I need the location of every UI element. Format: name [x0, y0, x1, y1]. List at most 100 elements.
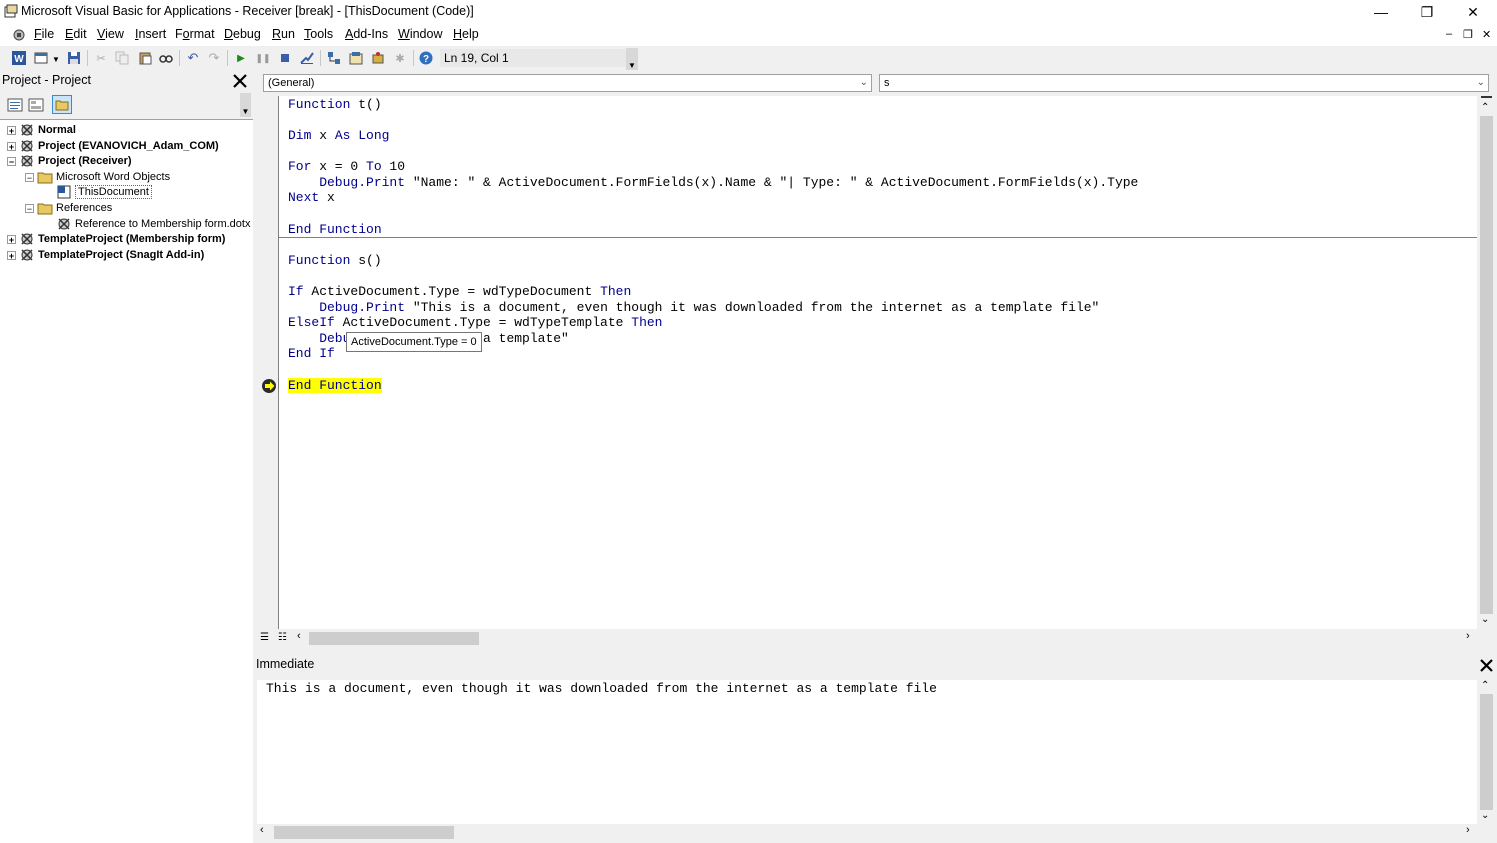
object-browser-icon[interactable] — [370, 50, 386, 66]
help-icon[interactable]: ? — [418, 50, 434, 66]
collapse-icon[interactable]: − — [25, 172, 34, 182]
insert-module-icon[interactable] — [33, 50, 49, 66]
reset-icon[interactable] — [277, 50, 293, 66]
scroll-down-icon[interactable]: ⌄ — [1481, 810, 1489, 821]
code-line: End Function — [288, 222, 382, 237]
insert-dropdown-icon[interactable]: ▼ — [52, 55, 60, 64]
design-mode-icon[interactable] — [299, 50, 315, 66]
menu-add-ins[interactable]: Add-Ins — [345, 27, 388, 41]
toolbar-separator — [320, 50, 321, 66]
expand-icon[interactable]: + — [7, 250, 16, 260]
project-toolbar-options-icon[interactable]: ▼ — [240, 93, 251, 117]
toggle-folders-button[interactable] — [52, 95, 72, 114]
object-combo[interactable]: (General) ⌄ — [263, 74, 872, 92]
scroll-thumb[interactable] — [274, 826, 454, 839]
tree-node-normal[interactable]: + Normal — [7, 122, 76, 138]
mdi-restore-button[interactable]: ❐ — [1463, 28, 1473, 41]
menu-view[interactable]: View — [97, 27, 124, 41]
tree-node-label: Microsoft Word Objects — [56, 171, 171, 183]
minimize-button[interactable]: — — [1358, 0, 1404, 24]
find-icon[interactable] — [158, 50, 174, 66]
project-close-icon[interactable] — [231, 72, 249, 90]
scroll-thumb[interactable] — [309, 632, 479, 645]
procedure-separator — [279, 237, 1477, 238]
view-object-icon[interactable] — [28, 98, 44, 112]
tree-node-project-evanovich[interactable]: + Project (EVANOVICH_Adam_COM) — [7, 138, 219, 154]
project-explorer-icon[interactable] — [326, 50, 342, 66]
code-vertical-scrollbar[interactable]: ⌃ ⌄ — [1478, 96, 1495, 629]
cut-icon[interactable]: ✂ — [93, 50, 109, 66]
run-icon[interactable]: ▶ — [233, 50, 249, 66]
scroll-left-icon[interactable]: ‹ — [260, 824, 264, 836]
expand-icon[interactable]: + — [7, 141, 16, 151]
immediate-close-icon[interactable] — [1478, 657, 1495, 674]
menu-file[interactable]: File — [34, 27, 54, 41]
tree-node-reference-membership[interactable]: Reference to Membership form.dotx — [56, 216, 250, 232]
tree-node-project-receiver[interactable]: − Project (Receiver) — [7, 153, 132, 169]
scroll-right-icon[interactable]: › — [1466, 824, 1470, 836]
menu-format[interactable]: Format — [175, 27, 215, 41]
vba-project-icon — [21, 249, 33, 261]
close-button[interactable]: ✕ — [1450, 0, 1496, 24]
code-line: If ActiveDocument.Type = wdTypeDocument … — [288, 284, 632, 299]
tree-node-word-objects[interactable]: − Microsoft Word Objects — [25, 169, 170, 185]
scroll-up-icon[interactable]: ⌃ — [1481, 680, 1489, 691]
code-line: For x = 0 To 10 — [288, 159, 406, 174]
full-module-view-icon[interactable]: ☷ — [278, 632, 291, 645]
immediate-output-line: This is a document, even though it was d… — [266, 681, 937, 696]
mdi-minimize-button[interactable]: – — [1446, 28, 1452, 40]
procedure-view-icon[interactable]: ☰ — [260, 632, 273, 645]
tree-node-template-snagit[interactable]: + TemplateProject (SnagIt Add-in) — [7, 247, 204, 263]
properties-icon[interactable] — [348, 50, 364, 66]
toolbox-icon[interactable]: ✱ — [392, 50, 408, 66]
menu-tools[interactable]: Tools — [304, 27, 333, 41]
immediate-vertical-scrollbar[interactable]: ⌃ ⌄ — [1478, 680, 1495, 824]
save-icon[interactable] — [66, 50, 82, 66]
mdi-close-button[interactable]: ✕ — [1482, 28, 1491, 41]
menu-help[interactable]: Help — [453, 27, 479, 41]
paste-icon[interactable] — [137, 50, 153, 66]
scroll-down-icon[interactable]: ⌄ — [1481, 614, 1489, 625]
menu-window[interactable]: Window — [398, 27, 442, 41]
restore-button[interactable]: ❐ — [1404, 0, 1450, 24]
vbe-menu-icon[interactable] — [11, 27, 27, 43]
scroll-right-icon[interactable]: › — [1466, 630, 1470, 642]
breakpoint-margin[interactable] — [258, 96, 279, 629]
immediate-horizontal-scrollbar[interactable]: ‹ › — [257, 824, 1477, 841]
split-bar-icon[interactable] — [1481, 96, 1492, 98]
toolbar-options-icon[interactable]: ▼ — [626, 48, 638, 70]
folder-icon — [37, 172, 53, 184]
redo-icon[interactable]: ↷ — [206, 50, 222, 66]
code-line: End If — [288, 346, 335, 361]
menu-edit[interactable]: Edit — [65, 27, 87, 41]
procedure-combo[interactable]: s ⌄ — [879, 74, 1489, 92]
expand-icon[interactable]: + — [7, 234, 16, 244]
menu-insert[interactable]: Insert — [135, 27, 166, 41]
tree-node-label: Project (Receiver) — [38, 155, 132, 167]
expand-icon[interactable]: + — [7, 125, 16, 135]
restore-icon: ❐ — [1420, 3, 1434, 20]
word-icon[interactable]: W — [11, 50, 27, 66]
tree-node-template-membership[interactable]: + TemplateProject (Membership form) — [7, 231, 225, 247]
menu-run[interactable]: Run — [272, 27, 295, 41]
tree-node-references[interactable]: − References — [25, 200, 112, 216]
scroll-thumb[interactable] — [1480, 694, 1493, 810]
immediate-output[interactable]: This is a document, even though it was d… — [257, 680, 1477, 824]
menu-debug[interactable]: Debug — [224, 27, 261, 41]
code-horizontal-scrollbar[interactable]: ☰ ☷ ‹ › — [259, 630, 1479, 647]
view-code-icon[interactable] — [7, 98, 23, 112]
collapse-icon[interactable]: − — [25, 203, 34, 213]
undo-icon[interactable]: ↶ — [185, 50, 201, 66]
scroll-thumb[interactable] — [1480, 116, 1493, 614]
tree-node-thisdocument[interactable]: ThisDocument — [56, 184, 152, 200]
collapse-icon[interactable]: − — [7, 156, 16, 166]
break-icon[interactable]: ❚❚ — [255, 50, 271, 66]
scroll-up-icon[interactable]: ⌃ — [1481, 102, 1489, 113]
copy-icon[interactable] — [114, 50, 130, 66]
toolbar-separator — [87, 50, 88, 66]
code-editor[interactable]: Function t() Dim x As Long For x = 0 To … — [279, 96, 1477, 629]
toolbar-separator — [179, 50, 180, 66]
code-line: Dim x As Long — [288, 128, 390, 143]
scroll-left-icon[interactable]: ‹ — [297, 630, 301, 642]
execution-point-arrow-icon — [262, 379, 276, 393]
